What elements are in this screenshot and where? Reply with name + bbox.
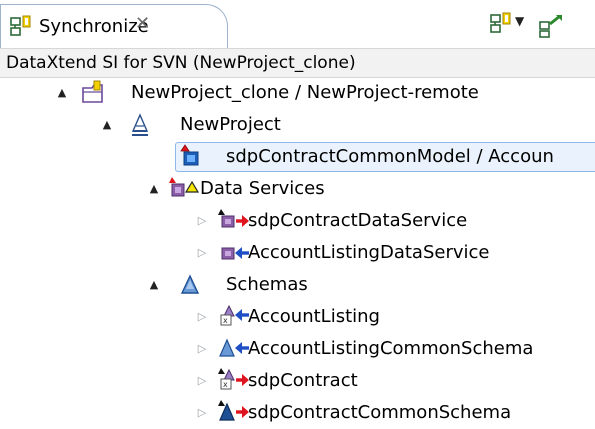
sync-tree[interactable]: ▲ NewProject_clone / NewProject-remote ▲… (0, 78, 595, 429)
synchronize-icon[interactable] (489, 12, 513, 38)
tree-row-data-services[interactable]: ▲ Data Services (0, 174, 595, 204)
schemas-folder-icon (180, 274, 200, 294)
svg-text:x: x (223, 316, 228, 325)
tree-row-sdpcontractcommonmodel[interactable]: sdpContractCommonModel / Accoun (0, 142, 595, 172)
tree-row-label: NewProject (180, 114, 281, 135)
tree-row-label: sdpContractDataService (248, 210, 468, 231)
tab-synchronize[interactable]: Synchronize ✕ (0, 4, 228, 48)
svg-text:x: x (223, 380, 228, 389)
tree-row-label: sdpContractCommonSchema (248, 402, 512, 423)
tree-row-label: Data Services (200, 178, 325, 199)
expand-toggle-icon[interactable]: ▷ (195, 310, 209, 324)
view-tab-strip: Synchronize ✕ ▼ (0, 0, 595, 48)
expand-toggle-icon[interactable]: ▷ (195, 374, 209, 388)
collapse-toggle-icon[interactable]: ▲ (55, 86, 69, 100)
scope-label: DataXtend SI for SVN (NewProject_clone) (6, 53, 356, 73)
expand-toggle-icon[interactable]: ▷ (195, 246, 209, 260)
tree-row-project-root[interactable]: ▲ NewProject_clone / NewProject-remote (0, 78, 595, 108)
tree-row-label: AccountListingCommonSchema (248, 338, 534, 359)
tree-row-sdpcontract[interactable]: ▷ x sdpContract (0, 366, 595, 396)
close-icon[interactable]: ✕ (135, 13, 150, 35)
expand-toggle-icon[interactable]: ▷ (195, 214, 209, 228)
expand-toggle-icon[interactable]: ▷ (195, 406, 209, 420)
tree-row-schemas[interactable]: ▲ Schemas (0, 270, 595, 300)
collapse-toggle-icon[interactable]: ▲ (100, 118, 114, 132)
tree-row-accountlistingcommonschema[interactable]: ▷ AccountListingCommonSchema (0, 334, 595, 364)
tree-row-label: NewProject_clone / NewProject-remote (131, 82, 479, 103)
tree-row-label: sdpContract (248, 370, 358, 391)
tree-row-label: sdpContractCommonModel / Accoun (226, 146, 554, 167)
project-model-icon (131, 113, 149, 136)
collapse-toggle-icon[interactable]: ▲ (147, 182, 161, 196)
tree-row-sdpcontractdataservice[interactable]: ▷ sdpContractDataService (0, 206, 595, 236)
tree-row-label: AccountListing (248, 306, 380, 327)
expand-toggle-icon[interactable]: ▷ (195, 342, 209, 356)
tree-row-newproject[interactable]: ▲ NewProject (0, 110, 595, 140)
model-conflict-icon (180, 144, 199, 166)
tree-row-accountlistingdataservice[interactable]: ▷ AccountListingDataService (0, 238, 595, 268)
tab-title: Synchronize (39, 16, 149, 37)
tree-row-label: Schemas (226, 274, 308, 295)
scope-header: DataXtend SI for SVN (NewProject_clone) (0, 48, 595, 78)
project-folder-icon (82, 80, 103, 103)
tree-row-sdpcontractcommonschema[interactable]: ▷ sdpContractCommonSchema (0, 398, 595, 428)
tree-row-label: AccountListingDataService (248, 242, 490, 263)
tree-row-accountlisting[interactable]: ▷ x AccountListing (0, 302, 595, 332)
collapse-toggle-icon[interactable]: ▲ (147, 278, 161, 292)
chevron-down-icon[interactable]: ▼ (515, 14, 524, 28)
synchronize-view-icon (10, 15, 31, 36)
commit-icon[interactable] (538, 12, 568, 38)
